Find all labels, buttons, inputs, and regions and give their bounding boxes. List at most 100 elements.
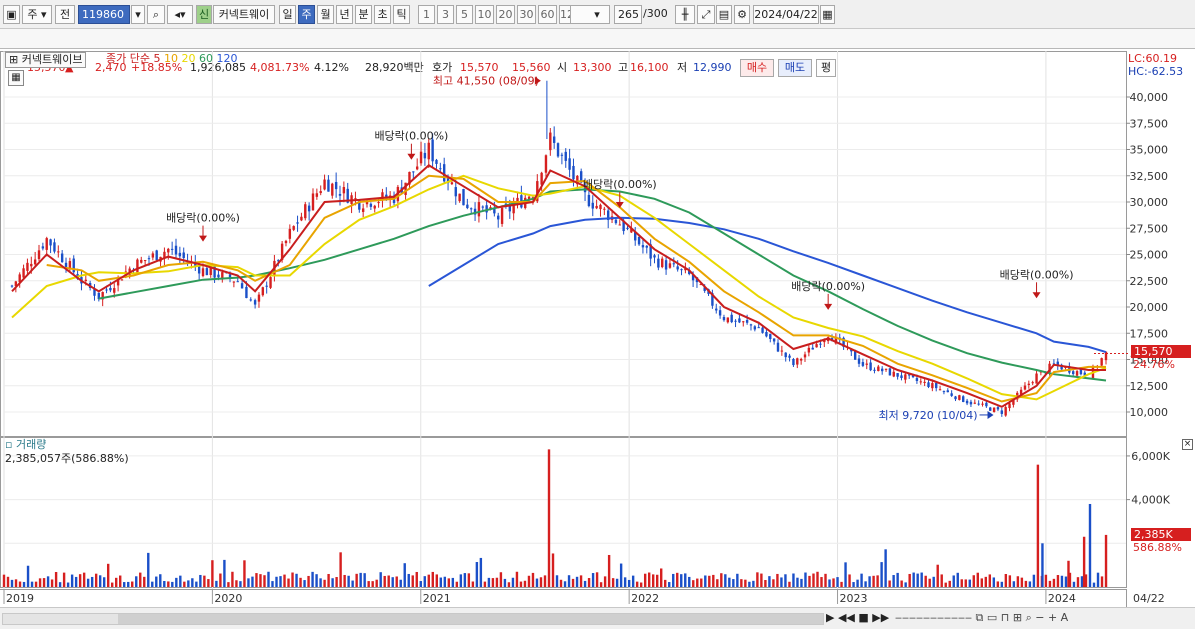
volume-bar [303, 580, 306, 587]
volume-bar [191, 578, 194, 587]
date-input[interactable]: 2024/04/22 [753, 5, 819, 24]
interval-dropdown[interactable]: ▾ [570, 5, 610, 24]
scroll-track[interactable] [2, 613, 824, 625]
interval-tab[interactable]: 30 [517, 5, 536, 24]
interval-tab[interactable]: 10 [475, 5, 494, 24]
volume-bar [271, 581, 274, 587]
candle-body [454, 187, 457, 197]
scroll-right-icon[interactable]: ▶ [826, 611, 834, 624]
close-icon[interactable]: × [1182, 439, 1193, 450]
stock-name-field[interactable]: 커넥트웨이 [213, 5, 275, 24]
calendar-icon[interactable]: ▦ [820, 5, 835, 24]
font-size-icon[interactable]: A [1061, 611, 1069, 624]
volume-bar [860, 573, 863, 587]
zoom-slider[interactable]: ‒‒‒‒‒‒‒‒‒‒‒ [895, 611, 972, 624]
candle-body [769, 334, 772, 339]
price-chart[interactable]: 10,00012,50015,00017,50020,00022,50025,0… [0, 51, 1195, 437]
new-badge[interactable]: 신 [196, 5, 212, 24]
volume-bar [78, 574, 82, 587]
price-tick-label: 30,000 [1130, 196, 1169, 209]
candle-body [462, 188, 465, 206]
volume-bar [643, 573, 647, 587]
volume-bar [539, 577, 543, 587]
volume-bar [383, 575, 386, 587]
volume-bar [700, 578, 703, 587]
volume-bar [135, 576, 138, 587]
count-input[interactable]: 265 [614, 5, 642, 24]
candle-body [799, 358, 803, 361]
candle-body [1072, 371, 1075, 375]
period-tab[interactable]: 초 [374, 5, 391, 24]
interval-tab[interactable]: 1 [418, 5, 435, 24]
volume-bar [355, 573, 358, 587]
volume-bar [503, 578, 507, 587]
panel-icon[interactable]: ▭ [987, 611, 997, 624]
candle-body [869, 362, 872, 371]
candle-body [564, 151, 567, 161]
stock-code-input[interactable]: 119860 [78, 5, 130, 24]
candle-type-icon[interactable]: ╫ [675, 5, 695, 24]
dividend-arrow [1032, 292, 1041, 299]
speaker-icon[interactable]: ◂▾ [167, 5, 193, 24]
search-icon[interactable]: ⌕ [147, 5, 165, 24]
interval-tab[interactable]: 5 [456, 5, 473, 24]
volume-bar [1028, 581, 1032, 587]
volume-bar [447, 578, 451, 587]
interval-tab[interactable]: 3 [437, 5, 454, 24]
volume-bar [1096, 572, 1100, 587]
layout-icon[interactable]: ⧉ [975, 611, 983, 624]
high-note: 최고 41,550 (08/09) [433, 75, 539, 88]
plus-icon[interactable]: + [1048, 611, 1057, 624]
fast-forward-icon[interactable]: ▶▶ [872, 611, 889, 624]
volume-bar [916, 573, 919, 587]
candle-body [1027, 383, 1031, 386]
period-select[interactable]: 주 ▾ [22, 5, 52, 24]
crosshair-icon[interactable]: ⊞ [1013, 611, 1022, 624]
candle-body [232, 281, 236, 283]
volume-chart[interactable]: 6,000K 4,000K [0, 437, 1195, 589]
volume-bar [563, 581, 567, 587]
candle-body [668, 263, 672, 268]
minus-icon[interactable]: − [1035, 611, 1044, 624]
window-menu-icon[interactable]: ▣ [3, 5, 20, 24]
volume-bar [575, 576, 579, 587]
gear-icon[interactable]: ⚙ [734, 5, 750, 24]
interval-tab[interactable]: 20 [496, 5, 515, 24]
nav-controls: ▶ ◀◀ ■ ▶▶ [826, 610, 889, 626]
measure-icon[interactable]: ⊓ [1001, 611, 1010, 624]
volume-bar [223, 559, 226, 587]
period-tab[interactable]: 일 [279, 5, 296, 24]
period-tab[interactable]: 주 [298, 5, 315, 24]
volume-bar [187, 580, 190, 587]
stop-icon[interactable]: ■ [858, 611, 868, 624]
period-tab[interactable]: 월 [317, 5, 334, 24]
candle-body [603, 208, 606, 210]
code-dropdown-icon[interactable]: ▾ [131, 5, 145, 24]
volume-bar [1056, 575, 1060, 587]
zoom-search-icon[interactable]: ⌕ [1026, 611, 1032, 624]
period-tab[interactable]: 틱 [393, 5, 410, 24]
volume-bar [227, 582, 230, 587]
volume-bar [964, 579, 967, 587]
candle-body [257, 294, 261, 302]
volume-bar [708, 575, 711, 587]
candle-body [904, 374, 907, 380]
candle-body [155, 250, 158, 261]
candle-body [217, 274, 220, 278]
candle-body [745, 320, 749, 323]
period-tab[interactable]: 년 [336, 5, 353, 24]
save-icon[interactable]: ▤ [716, 5, 732, 24]
volume-bar [102, 577, 106, 587]
volume-bar [307, 575, 310, 587]
period-tab[interactable]: 분 [355, 5, 372, 24]
volume-bar [491, 578, 495, 587]
candle-body [497, 215, 500, 220]
interval-tab[interactable]: 60 [538, 5, 557, 24]
volume-bar [956, 572, 959, 587]
drawing-tool-icon[interactable]: ⤢ [697, 5, 715, 24]
rewind-icon[interactable]: ◀◀ [838, 611, 855, 624]
scroll-thumb[interactable] [118, 614, 823, 624]
prev-button[interactable]: 전 [55, 5, 75, 24]
grid-toggle-icon[interactable]: ▦ [8, 70, 24, 86]
volume-bar [255, 573, 258, 587]
